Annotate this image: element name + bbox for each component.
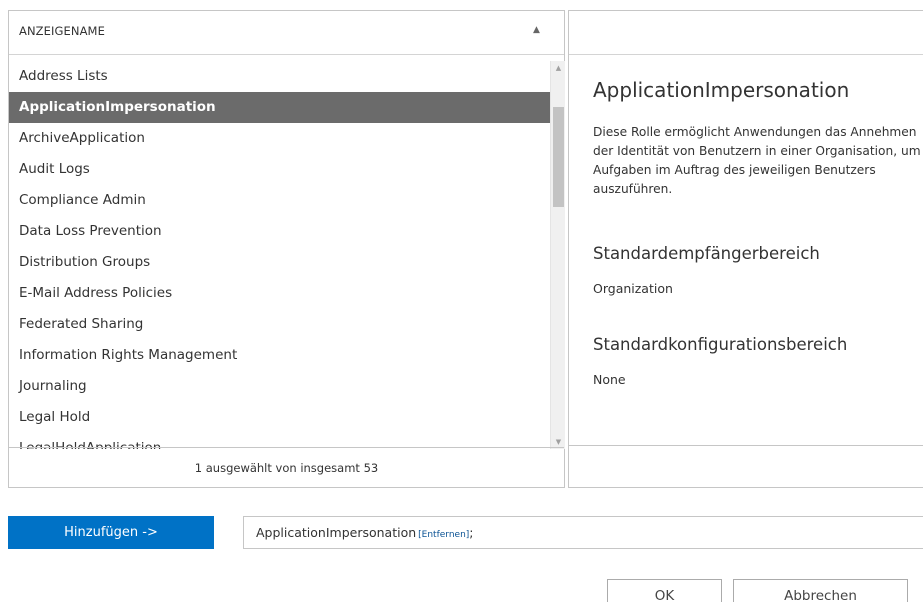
list-item[interactable]: ApplicationImpersonation (9, 92, 550, 123)
role-title: ApplicationImpersonation (593, 78, 850, 102)
list-item[interactable]: Compliance Admin (9, 185, 550, 216)
list-item[interactable]: Audit Logs (9, 154, 550, 185)
ok-button[interactable]: OK (607, 579, 722, 602)
role-list-panel: ANZEIGENAME ▲ Address Lists ApplicationIm… (8, 10, 565, 488)
detail-header-bar (569, 11, 923, 55)
list-item[interactable]: Data Loss Prevention (9, 216, 550, 247)
selection-separator: ; (469, 525, 474, 540)
column-header-label: ANZEIGENAME (19, 24, 105, 38)
role-list: Address Lists ApplicationImpersonation Arc… (9, 61, 566, 449)
remove-link[interactable]: [Entfernen] (418, 530, 469, 540)
column-header[interactable]: ANZEIGENAME ▲ (9, 11, 564, 55)
add-button[interactable]: Hinzufügen -> (8, 516, 214, 549)
list-item[interactable]: Legal Hold (9, 402, 550, 433)
list-item[interactable]: Journaling (9, 371, 550, 402)
list-item[interactable]: Distribution Groups (9, 247, 550, 278)
scroll-thumb[interactable] (553, 107, 564, 207)
list-item[interactable]: E-Mail Address Policies (9, 278, 550, 309)
list-item[interactable]: ArchiveApplication (9, 123, 550, 154)
selection-count: 1 ausgewählt von insgesamt 53 (9, 447, 564, 487)
list-item[interactable]: Address Lists (9, 61, 550, 92)
list-item[interactable]: Information Rights Management (9, 340, 550, 371)
recipient-scope-heading: Standardempfängerbereich (593, 244, 820, 263)
role-picker-dialog: ANZEIGENAME ▲ Address Lists ApplicationIm… (0, 0, 923, 602)
list-scrollbar[interactable]: ▲ ▼ (550, 61, 565, 449)
config-scope-value: None (593, 372, 626, 387)
role-detail-panel: ApplicationImpersonation Diese Rolle erm… (568, 10, 923, 488)
selected-role-value: ApplicationImpersonation (256, 525, 417, 540)
sort-ascending-icon[interactable]: ▲ (533, 25, 540, 35)
scroll-up-icon[interactable]: ▲ (551, 61, 566, 75)
recipient-scope-value: Organization (593, 281, 673, 296)
list-item[interactable]: Federated Sharing (9, 309, 550, 340)
detail-footer (569, 445, 923, 487)
role-description: Diese Rolle ermöglicht Anwendungen das A… (593, 125, 921, 196)
cancel-button[interactable]: Abbrechen (733, 579, 908, 602)
selected-roles-field[interactable]: ApplicationImpersonation [Entfernen]; (243, 516, 923, 549)
config-scope-heading: Standardkonfigurationsbereich (593, 335, 848, 354)
